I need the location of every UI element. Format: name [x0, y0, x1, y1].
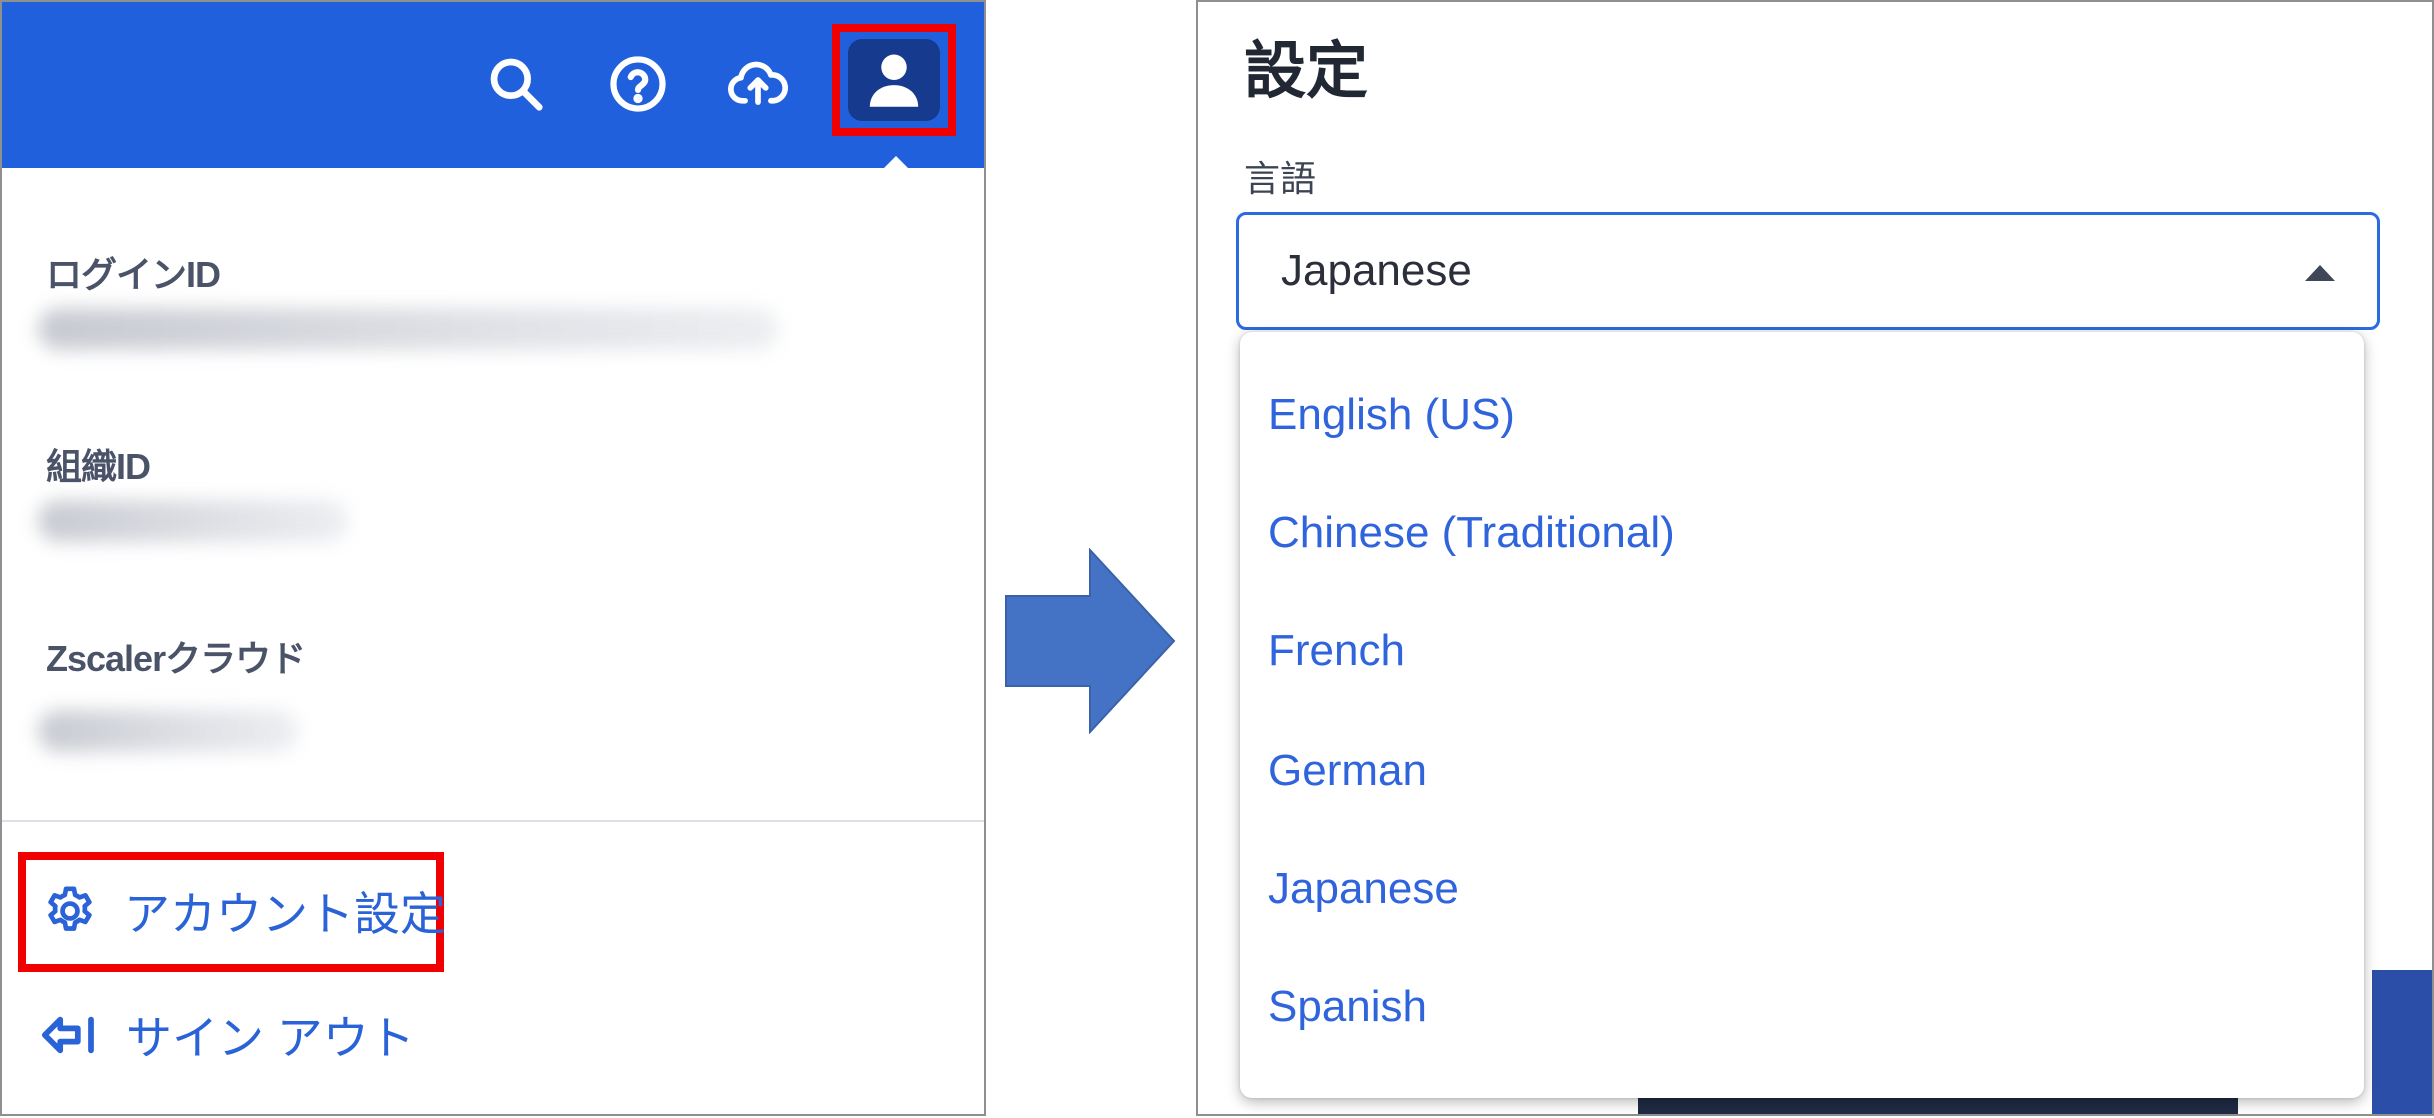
language-selected-value: Japanese: [1281, 246, 1472, 295]
search-icon[interactable]: [480, 48, 552, 120]
help-icon[interactable]: [602, 48, 674, 120]
background-content-edge: [2372, 970, 2432, 1114]
login-id-value-redacted: [38, 308, 778, 350]
sign-out-icon: [41, 1016, 94, 1054]
cloud-section: Zscalerクラウド: [46, 630, 306, 682]
gear-icon: [48, 886, 92, 931]
page-title: 設定: [1244, 34, 1369, 107]
language-label: 言語: [1244, 159, 1317, 200]
account-menu-panel: ログインID 組織ID Zscalerクラウド アカウント設定 サイン アウト: [0, 0, 986, 1116]
settings-panel: 設定 言語 Japanese English (US) Chinese (Tra…: [1196, 0, 2434, 1116]
org-id-section: 組織ID: [46, 438, 151, 490]
org-id-value-redacted: [38, 500, 348, 542]
caret-up-icon: [2305, 265, 2335, 281]
right-arrow-icon: [1005, 548, 1176, 734]
menu-caret: [876, 156, 916, 176]
sign-out-label: サイン アウト: [126, 1012, 415, 1064]
org-id-label: 組織ID: [46, 446, 151, 487]
cloud-value-redacted: [38, 710, 298, 752]
login-id-section: ログインID: [46, 246, 221, 298]
language-option[interactable]: Japanese: [1268, 864, 1459, 914]
top-header-bar: [2, 2, 984, 176]
account-settings-label: アカウント設定: [124, 888, 446, 940]
language-option[interactable]: Spanish: [1268, 982, 1427, 1032]
language-dropdown-menu: English (US) Chinese (Traditional) Frenc…: [1240, 332, 2364, 1098]
sign-out-link[interactable]: サイン アウト: [40, 1002, 415, 1068]
language-option[interactable]: German: [1268, 746, 1427, 796]
language-select[interactable]: Japanese: [1236, 212, 2380, 330]
language-option[interactable]: French: [1268, 626, 1405, 676]
account-settings-link[interactable]: アカウント設定: [42, 878, 446, 944]
menu-divider: [2, 820, 984, 822]
cloud-upload-icon[interactable]: [722, 48, 794, 120]
user-icon-highlight: [832, 24, 956, 136]
user-icon: [869, 54, 919, 107]
user-avatar-button[interactable]: [848, 39, 940, 121]
cloud-label: Zscalerクラウド: [46, 638, 306, 679]
language-option[interactable]: English (US): [1268, 390, 1515, 440]
language-option[interactable]: Chinese (Traditional): [1268, 508, 1675, 558]
login-id-label: ログインID: [46, 254, 221, 295]
